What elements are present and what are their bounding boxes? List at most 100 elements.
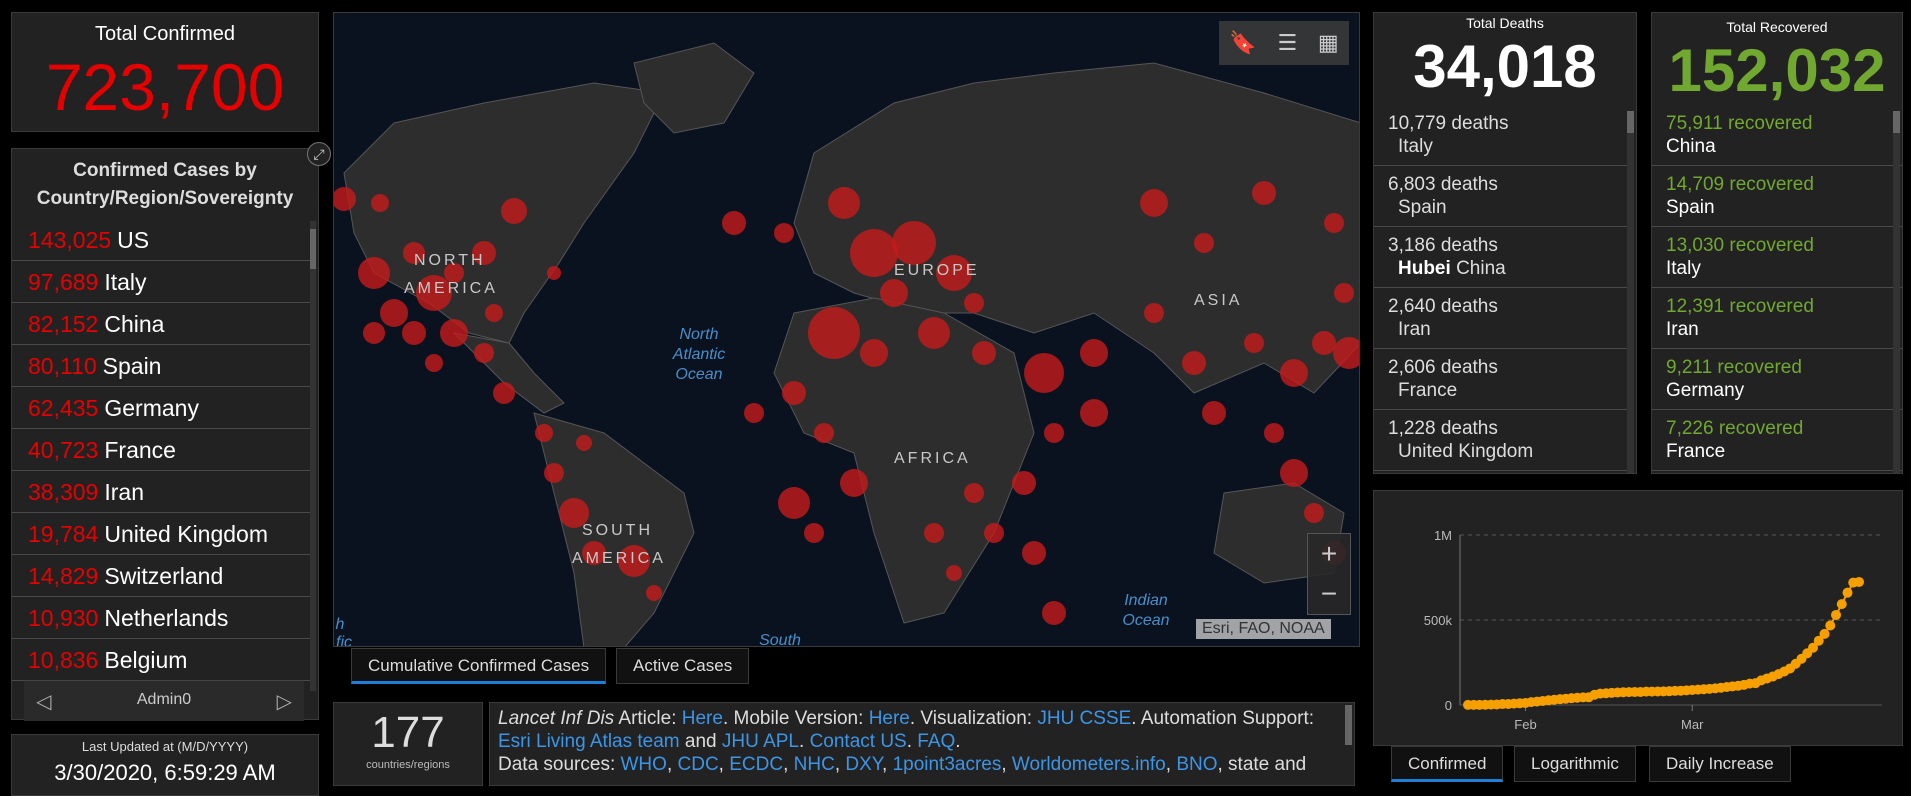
case-bubble[interactable]	[358, 257, 390, 289]
case-bubble[interactable]	[485, 304, 503, 322]
deaths-row[interactable]: 1,228 deaths United Kingdom	[1374, 410, 1628, 471]
country-row[interactable]: 10,836 Belgium	[12, 639, 310, 681]
case-bubble[interactable]	[924, 523, 944, 543]
case-bubble[interactable]	[880, 279, 908, 307]
country-row[interactable]: 38,309 Iran	[12, 471, 310, 513]
country-row[interactable]: 143,025 US	[12, 219, 310, 261]
case-bubble[interactable]	[1280, 359, 1308, 387]
case-bubble[interactable]	[1280, 459, 1308, 487]
country-row[interactable]: 62,435 Germany	[12, 387, 310, 429]
source-link[interactable]: BNO	[1176, 754, 1217, 775]
zoom-out-button[interactable]: −	[1308, 574, 1350, 614]
recovered-row[interactable]: 9,211 recovered Germany	[1652, 349, 1902, 410]
case-bubble[interactable]	[371, 194, 389, 212]
case-bubble[interactable]	[544, 463, 564, 483]
country-cases-list[interactable]: 143,025 US 97,689 Italy 82,152 China 80,110 Spa…	[12, 219, 310, 719]
case-bubble[interactable]	[778, 487, 810, 519]
case-bubble[interactable]	[1042, 601, 1066, 625]
case-bubble[interactable]	[722, 211, 746, 235]
case-bubble[interactable]	[646, 585, 662, 601]
case-bubble[interactable]	[782, 381, 806, 405]
deaths-row[interactable]: 10,779 deaths Italy	[1374, 105, 1628, 166]
source-link[interactable]: Worldometers.info	[1012, 754, 1166, 775]
chart-point[interactable]	[1831, 609, 1841, 620]
case-bubble[interactable]	[964, 293, 984, 313]
case-bubble[interactable]	[984, 523, 1004, 543]
case-bubble[interactable]	[363, 322, 385, 344]
country-list-scrollbar[interactable]	[310, 221, 316, 691]
case-bubble[interactable]	[380, 299, 408, 327]
country-row[interactable]: 40,723 France	[12, 429, 310, 471]
source-link[interactable]: CDC	[678, 754, 719, 775]
country-row[interactable]: 10,930 Netherlands	[12, 597, 310, 639]
chart-point[interactable]	[1819, 628, 1830, 639]
case-bubble[interactable]	[493, 382, 515, 404]
country-row[interactable]: 97,689 Italy	[12, 261, 310, 303]
case-bubble[interactable]	[1080, 399, 1108, 427]
deaths-scrollbar[interactable]	[1627, 111, 1634, 473]
mobile-version-link[interactable]: Here	[869, 708, 910, 729]
case-bubble[interactable]	[850, 229, 898, 277]
contact-link[interactable]: Contact US	[810, 731, 907, 752]
recovered-row[interactable]: 14,709 recovered Spain	[1652, 166, 1902, 227]
source-link[interactable]: 1point3acres	[893, 754, 1002, 775]
world-map[interactable]: NORTH AMERICA EUROPE ASIA AFRICA SOUTH A…	[333, 12, 1360, 647]
chart-point[interactable]	[1842, 587, 1853, 598]
deaths-row[interactable]: 2,640 deaths Iran	[1374, 288, 1628, 349]
esri-link[interactable]: Esri Living Atlas team	[498, 731, 680, 752]
bookmark-icon[interactable]: 🔖	[1229, 30, 1256, 56]
case-bubble[interactable]	[576, 435, 592, 451]
case-bubble[interactable]	[1012, 471, 1036, 495]
case-bubble[interactable]	[1022, 541, 1046, 565]
case-bubble[interactable]	[1194, 233, 1214, 253]
source-link[interactable]: DXY	[845, 754, 882, 775]
recovered-scrollbar[interactable]	[1893, 111, 1900, 473]
case-bubble[interactable]	[814, 423, 834, 443]
tab-cumulative-confirmed[interactable]: Cumulative Confirmed Cases	[351, 648, 607, 684]
country-row[interactable]: 14,829 Switzerland	[12, 555, 310, 597]
source-link[interactable]: NHC	[794, 754, 835, 775]
scrollbar-thumb[interactable]	[1893, 111, 1900, 133]
scrollbar-thumb[interactable]	[1627, 111, 1634, 133]
recovered-row[interactable]: 75,911 recovered China	[1652, 105, 1902, 166]
country-row[interactable]: 19,784 United Kingdom	[12, 513, 310, 555]
jhu-apl-link[interactable]: JHU APL	[722, 731, 799, 752]
recovered-row[interactable]: 13,030 recovered Italy	[1652, 227, 1902, 288]
chart-point[interactable]	[1836, 599, 1847, 610]
tab-confirmed[interactable]: Confirmed	[1391, 746, 1504, 782]
case-bubble[interactable]	[547, 266, 561, 280]
case-bubble[interactable]	[1024, 353, 1064, 393]
country-row[interactable]: 80,110 Spain	[12, 345, 310, 387]
scrollbar-thumb[interactable]	[310, 229, 316, 269]
tab-logarithmic[interactable]: Logarithmic	[1514, 746, 1636, 782]
source-link[interactable]: WHO	[621, 754, 667, 775]
article-link[interactable]: Here	[682, 708, 723, 729]
expand-icon[interactable]: ⤢	[307, 142, 331, 166]
deaths-row[interactable]: 2,606 deaths France	[1374, 349, 1628, 410]
case-bubble[interactable]	[402, 321, 426, 345]
chevron-right-icon[interactable]: ▷	[277, 689, 292, 714]
faq-link[interactable]: FAQ	[917, 731, 955, 752]
tab-daily-increase[interactable]: Daily Increase	[1649, 746, 1791, 782]
recovered-row[interactable]: 12,391 recovered Iran	[1652, 288, 1902, 349]
case-bubble[interactable]	[964, 483, 984, 503]
case-bubble[interactable]	[840, 469, 868, 497]
chart-point[interactable]	[1854, 576, 1864, 587]
info-scrollbar[interactable]	[1345, 705, 1352, 745]
case-bubble[interactable]	[1144, 303, 1164, 323]
deaths-row[interactable]: 3,186 deaths Hubei China	[1374, 227, 1628, 288]
zoom-in-button[interactable]: +	[1308, 534, 1350, 574]
tab-active-cases[interactable]: Active Cases	[616, 648, 750, 684]
case-bubble[interactable]	[1252, 181, 1276, 205]
case-bubble[interactable]	[774, 223, 794, 243]
case-bubble[interactable]	[1324, 213, 1344, 233]
case-bubble[interactable]	[1080, 339, 1108, 367]
case-bubble[interactable]	[1244, 333, 1264, 353]
basemap-gallery-icon[interactable]: ▦	[1318, 30, 1339, 56]
case-bubble[interactable]	[804, 523, 824, 543]
case-bubble[interactable]	[744, 403, 764, 423]
case-bubble[interactable]	[501, 198, 527, 224]
case-bubble[interactable]	[425, 354, 443, 372]
jhu-csse-link[interactable]: JHU CSSE	[1037, 708, 1131, 729]
case-bubble[interactable]	[1044, 423, 1064, 443]
